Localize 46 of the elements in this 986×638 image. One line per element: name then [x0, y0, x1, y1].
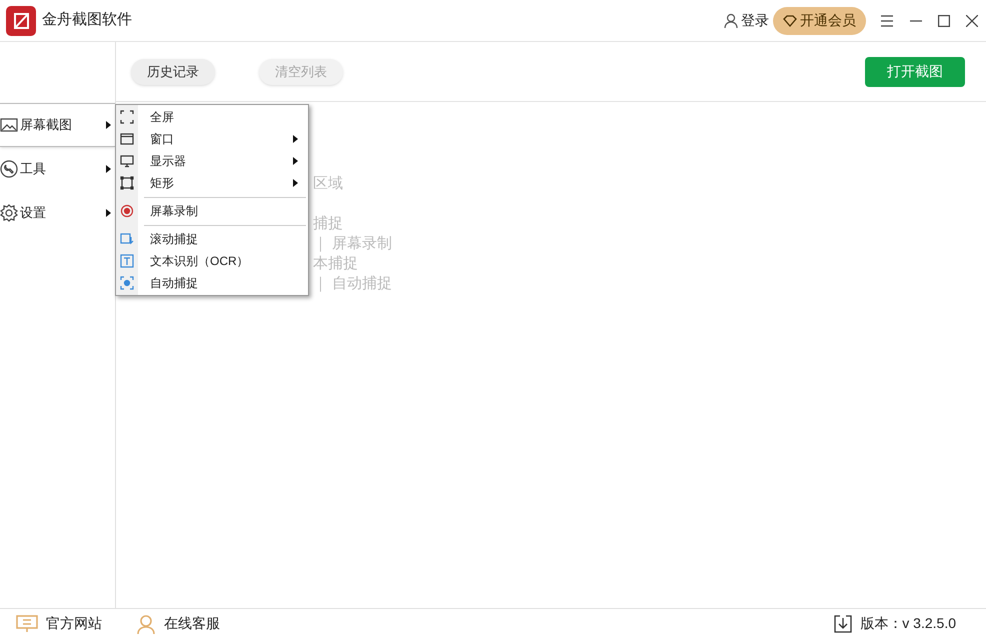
app-logo [6, 6, 36, 36]
download-icon [834, 614, 852, 632]
monitor-icon [16, 614, 38, 632]
monitor-icon [120, 154, 134, 168]
window-title: 金舟截图软件 [42, 10, 132, 30]
version-text: 版本：v 3.2.5.0 [860, 614, 956, 633]
hint-text: 本捕捉 [313, 254, 358, 274]
hint-text: ｜ 自动捕捉 [313, 274, 392, 294]
user-icon [136, 614, 156, 634]
window-icon [120, 132, 134, 146]
text-icon [120, 254, 134, 268]
rectangle-icon [120, 176, 134, 190]
menu-item[interactable]: 自动捕捉 [116, 272, 308, 294]
toolbar-button[interactable]: 历史记录 [131, 58, 215, 84]
image-icon [0, 116, 18, 134]
scroll-capture-icon [120, 232, 134, 246]
close-icon[interactable] [966, 14, 978, 26]
menu-item[interactable]: 显示器 [116, 150, 308, 172]
hint-text: 捕捉 [313, 214, 343, 234]
maximize-icon[interactable] [938, 14, 950, 26]
menu-item[interactable]: 矩形 [116, 172, 308, 194]
menu-item[interactable]: 全屏 [116, 106, 308, 128]
footer-link[interactable]: 在线客服 [136, 613, 220, 634]
fullscreen-icon [120, 110, 134, 124]
menu-item[interactable]: 窗口 [116, 128, 308, 150]
menu-item[interactable]: 文本识别（OCR） [116, 250, 308, 272]
hint-text: 区域 [313, 174, 343, 194]
diamond-icon [783, 14, 797, 28]
hint-text: ｜ 屏幕录制 [313, 234, 392, 254]
caret-icon [106, 209, 111, 217]
login-button[interactable]: 登录 [723, 10, 769, 31]
wrench-icon [0, 160, 18, 178]
gear-icon [0, 204, 18, 222]
sidebar-item[interactable]: 屏幕截图 [0, 103, 115, 147]
footer-link[interactable]: 官方网站 [16, 613, 102, 634]
auto-capture-icon [120, 276, 134, 290]
vip-button[interactable]: 开通会员 [773, 6, 866, 34]
menu-item[interactable]: 滚动捕捉 [116, 228, 308, 250]
caret-icon [106, 165, 111, 173]
menu-icon[interactable] [880, 14, 894, 26]
record-icon [120, 204, 134, 218]
sidebar-item[interactable]: 工具 [0, 147, 115, 191]
sidebar-item[interactable]: 设置 [0, 191, 115, 235]
user-icon [723, 12, 739, 28]
menu-item[interactable]: 屏幕录制 [116, 200, 308, 222]
caret-icon [106, 121, 111, 129]
